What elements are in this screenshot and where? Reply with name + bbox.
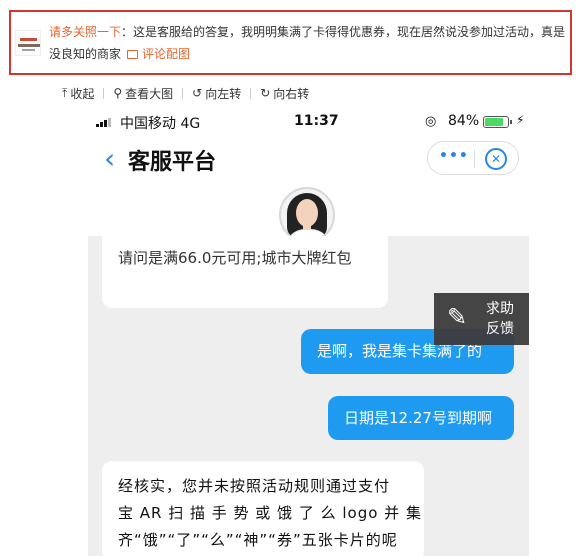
battery-percent: 84% [448, 113, 480, 129]
agent-message: 经核实，您并未按照活动规则通过支付 宝 AR 扫 描 手 势 或 饿 了 么 l… [102, 461, 424, 556]
collapse-icon: ⤒ [62, 85, 68, 100]
comment-username[interactable]: 请多关照一下 [49, 25, 121, 39]
view-large-button[interactable]: ⚲ 查看大图 [113, 85, 173, 102]
divider [103, 87, 105, 99]
rotate-left-icon: ↺ [192, 86, 203, 100]
agent-message: 请问是满66.0元可用;城市大牌红包 [102, 236, 388, 308]
divider [474, 150, 475, 168]
rotate-right-label: 向右转 [273, 86, 310, 101]
help-feedback-button[interactable]: ✎ 求助 反馈 [434, 293, 529, 345]
view-large-label: 查看大图 [125, 86, 174, 101]
agent-avatar [279, 187, 335, 243]
mini-app-capsule: ••• ✕ [427, 141, 519, 175]
nav-bar: ‹ 客服平台 ••• ✕ [88, 137, 529, 187]
message-text: 请问是满66.0元可用;城市大牌红包 [118, 249, 352, 267]
battery-tip [510, 120, 512, 124]
carrier: 中国移动 4G [120, 116, 201, 132]
comment-pic-label: 评论配图 [142, 47, 191, 61]
page-title: 客服平台 [128, 150, 217, 175]
comment-pic-link[interactable]: 评论配图 [127, 47, 190, 61]
user-message: 日期是12.27号到期啊 [328, 396, 514, 440]
page: 请多关照一下：这是客服给的答复，我明明集满了卡得得优惠券，现在居然说没参加过活动… [0, 0, 588, 556]
status-bar: 中国移动 4G 11:37 ◎ 84% ⚡ [88, 107, 529, 137]
help-line-1: 求助 [486, 301, 514, 317]
message-line: 经核实，您并未按照活动规则通过支付 [118, 477, 391, 495]
message-line: 宝 AR 扫 描 手 势 或 饿 了 么 logo 并 集 [118, 504, 422, 522]
rotate-right-button[interactable]: ↻ 向右转 [260, 85, 309, 102]
more-icon[interactable]: ••• [439, 148, 469, 164]
help-label: 求助 反馈 [486, 299, 514, 339]
image-icon [127, 50, 139, 59]
rotate-right-icon: ↻ [260, 86, 271, 100]
divider [250, 87, 252, 99]
collapse-button[interactable]: ⤒ 收起 [62, 85, 94, 102]
divider [182, 87, 184, 99]
collapse-label: 收起 [70, 86, 95, 101]
message-line: 齐“饿”“了”“么”“神”“券”五张卡片的呢 [118, 531, 398, 549]
battery-icon [483, 116, 509, 128]
image-toolbar: ⤒ 收起 ⚲ 查看大图 ↺ 向左转 ↻ 向右转 [62, 84, 309, 102]
close-icon[interactable]: ✕ [485, 148, 507, 170]
charging-icon: ⚡ [516, 113, 525, 127]
merchant-logo-icon[interactable] [15, 30, 41, 56]
clock: 11:37 [294, 113, 339, 129]
zoom-icon: ⚲ [113, 86, 123, 100]
review-comment: 请多关照一下：这是客服给的答复，我明明集满了卡得得优惠券，现在居然说没参加过活动… [9, 10, 572, 75]
help-line-2: 反馈 [486, 321, 514, 337]
rotate-left-button[interactable]: ↺ 向左转 [192, 85, 241, 102]
chat-area[interactable]: 请问是满66.0元可用;城市大牌红包 是啊，我是集卡集满了的 日期是12.27号… [88, 236, 529, 556]
chat-screenshot[interactable]: 中国移动 4G 11:37 ◎ 84% ⚡ ‹ 客服平台 ••• ✕ 请问是满6… [88, 107, 529, 556]
comment-text: 请多关照一下：这是客服给的答复，我明明集满了卡得得优惠券，现在居然说没参加过活动… [49, 21, 571, 65]
rotate-left-label: 向左转 [205, 86, 242, 101]
back-icon[interactable]: ‹ [104, 142, 115, 175]
edit-icon: ✎ [447, 303, 468, 331]
comment-separator: ： [121, 25, 134, 39]
rotation-lock-icon: ◎ [425, 114, 437, 129]
signal-icon [96, 117, 111, 127]
